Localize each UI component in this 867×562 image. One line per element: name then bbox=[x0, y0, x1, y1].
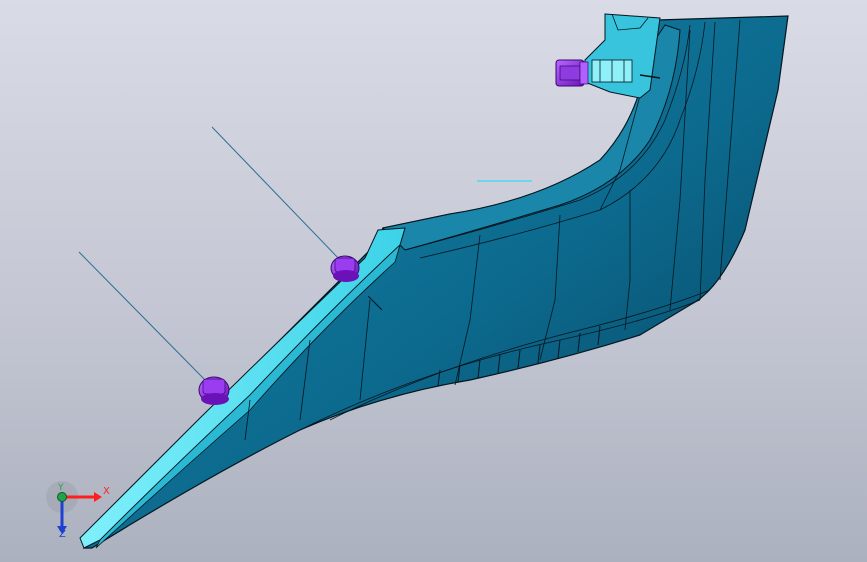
leader-line bbox=[211, 126, 343, 263]
model-view[interactable] bbox=[0, 0, 867, 562]
axis-z-label: Z bbox=[59, 529, 66, 540]
triad-x-arrow bbox=[94, 492, 102, 502]
fastener-clip[interactable] bbox=[555, 59, 589, 87]
triad-y-axis bbox=[57, 492, 67, 502]
mounting-bracket[interactable] bbox=[584, 13, 661, 99]
axis-y-label: Y bbox=[58, 483, 64, 493]
part-body[interactable] bbox=[82, 15, 789, 549]
leader-line bbox=[78, 251, 208, 383]
fastener-clip[interactable] bbox=[330, 255, 360, 282]
axis-x-label: X bbox=[103, 486, 110, 497]
fastener-clip[interactable] bbox=[198, 376, 230, 405]
cad-viewport[interactable]: X Y Z bbox=[0, 0, 867, 562]
